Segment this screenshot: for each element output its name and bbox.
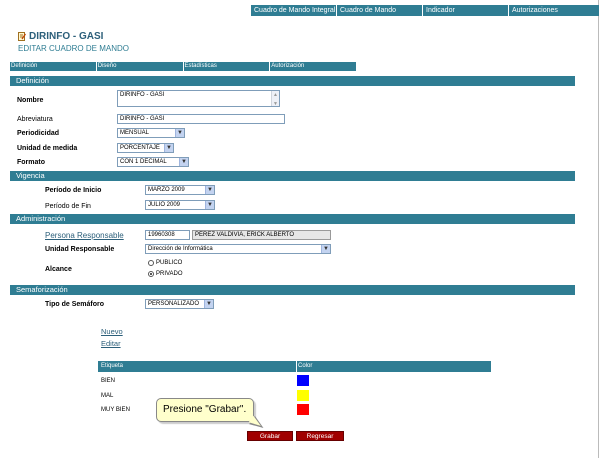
periodicidad-label: Periodicidad xyxy=(17,130,60,137)
responsable-code-input[interactable]: 19960308 xyxy=(145,230,190,240)
instruction-callout: Presione "Grabar". xyxy=(156,398,267,433)
tab-definicion[interactable]: Definición xyxy=(10,62,97,71)
page-subtitle: EDITAR CUADRO DE MANDO xyxy=(18,44,129,53)
col-color: Color xyxy=(298,363,313,369)
callout-text: Presione "Grabar". xyxy=(163,404,247,415)
chevron-down-icon: ▼ xyxy=(164,144,173,152)
page-title-row: DIRINFO - GASI xyxy=(18,31,103,42)
color-swatch-blue xyxy=(297,375,309,386)
tipo-semaforo-label: Tipo de Semáforo xyxy=(45,301,104,308)
periodo-fin-select[interactable]: JULIO 2009 ▼ xyxy=(145,200,215,210)
unidad-medida-label: Unidad de medida xyxy=(17,145,78,152)
periodo-inicio-value: MARZO 2009 xyxy=(148,187,185,193)
top-nav-cuadro-mando-integral[interactable]: Cuadro de Mando Integral xyxy=(251,5,337,16)
section-definicion: Definición xyxy=(10,76,575,86)
nombre-textarea[interactable]: DIRINFO - GASI ▲ ▼ xyxy=(117,90,280,107)
radio-privado[interactable]: PRIVADO xyxy=(148,271,183,277)
radio-publico-label: PUBLICO xyxy=(156,260,183,266)
semaforo-table-header: Etiqueta Color xyxy=(98,361,491,372)
periodo-inicio-label: Período de Inicio xyxy=(45,187,102,194)
window-edge xyxy=(598,0,599,458)
chevron-down-icon: ▼ xyxy=(179,158,188,166)
radio-privado-label: PRIVADO xyxy=(156,271,183,277)
tipo-semaforo-select[interactable]: PERSONALIZADO ▼ xyxy=(145,299,214,309)
header-divider xyxy=(296,361,297,372)
tab-estadisticas[interactable]: Estadísticas xyxy=(183,62,271,71)
periodicidad-select[interactable]: MENSUAL ▼ xyxy=(117,128,185,138)
alcance-label: Alcance xyxy=(45,266,72,273)
textarea-scrollbar[interactable]: ▲ ▼ xyxy=(271,91,279,106)
semaforo-row-label: BIEN xyxy=(101,378,116,384)
editar-link[interactable]: Editar xyxy=(101,339,121,348)
nombre-label: Nombre xyxy=(17,97,44,104)
nombre-value: DIRINFO - GASI xyxy=(120,92,165,98)
periodo-fin-label: Período de Fin xyxy=(45,203,91,210)
top-nav-cuadro-mando[interactable]: Cuadro de Mando xyxy=(337,5,423,16)
top-nav-autorizaciones[interactable]: Autorizaciones xyxy=(509,5,600,16)
col-etiqueta: Etiqueta xyxy=(101,363,124,369)
semaforo-row-label: MAL xyxy=(101,393,114,399)
color-swatch-red xyxy=(297,404,309,415)
chevron-down-icon: ▼ xyxy=(205,201,214,209)
abreviatura-label: Abreviatura xyxy=(17,116,53,123)
unidad-responsable-label: Unidad Responsable xyxy=(45,246,115,253)
persona-responsable-link[interactable]: Persona Responsable xyxy=(45,231,124,240)
chevron-down-icon: ▼ xyxy=(175,129,184,137)
abreviatura-input[interactable]: DIRINFO - GASI xyxy=(117,114,285,124)
radio-publico-dot[interactable] xyxy=(148,260,154,266)
radio-privado-dot[interactable] xyxy=(148,271,154,277)
top-nav: Cuadro de Mando Integral Cuadro de Mando… xyxy=(251,5,600,16)
regresar-button[interactable]: Regresar xyxy=(296,431,344,441)
formato-label: Formato xyxy=(17,159,45,166)
unidad-medida-select[interactable]: PORCENTAJE ▼ xyxy=(117,143,174,153)
section-vigencia: Vigencia xyxy=(10,171,575,181)
top-nav-indicador[interactable]: Indicador xyxy=(423,5,509,16)
chevron-down-icon: ▼ xyxy=(321,245,330,253)
nuevo-link[interactable]: Nuevo xyxy=(101,327,123,336)
tipo-semaforo-value: PERSONALIZADO xyxy=(148,301,200,307)
tab-autorizacion[interactable]: Autorización xyxy=(270,62,357,71)
edit-document-icon xyxy=(18,32,26,41)
tab-bar: Definición Diseño Estadísticas Autorizac… xyxy=(10,62,357,71)
tab-diseno[interactable]: Diseño xyxy=(96,62,184,71)
periodo-fin-value: JULIO 2009 xyxy=(148,202,181,208)
periodicidad-value: MENSUAL xyxy=(120,130,150,136)
page-title: DIRINFO - GASI xyxy=(29,31,104,42)
chevron-down-icon: ▼ xyxy=(205,186,214,194)
periodo-inicio-select[interactable]: MARZO 2009 ▼ xyxy=(145,185,215,195)
unidad-responsable-value: Dirección de Informática xyxy=(148,246,213,252)
formato-select[interactable]: CON 1 DECIMAL ▼ xyxy=(117,157,189,167)
grabar-button[interactable]: Grabar xyxy=(247,431,293,441)
color-swatch-yellow xyxy=(297,390,309,401)
radio-publico[interactable]: PUBLICO xyxy=(148,260,182,266)
formato-value: CON 1 DECIMAL xyxy=(120,159,167,165)
semaforo-row-label: MUY BIEN xyxy=(101,407,130,413)
section-administracion: Administración xyxy=(10,214,575,224)
chevron-down-icon: ▼ xyxy=(204,300,213,308)
unidad-medida-value: PORCENTAJE xyxy=(120,145,160,151)
responsable-name-field: PÉREZ VALDIVIA, ERICK ALBERTO xyxy=(192,230,331,240)
unidad-responsable-select[interactable]: Dirección de Informática ▼ xyxy=(145,244,331,254)
section-semaforizacion: Semaforización xyxy=(10,285,575,295)
